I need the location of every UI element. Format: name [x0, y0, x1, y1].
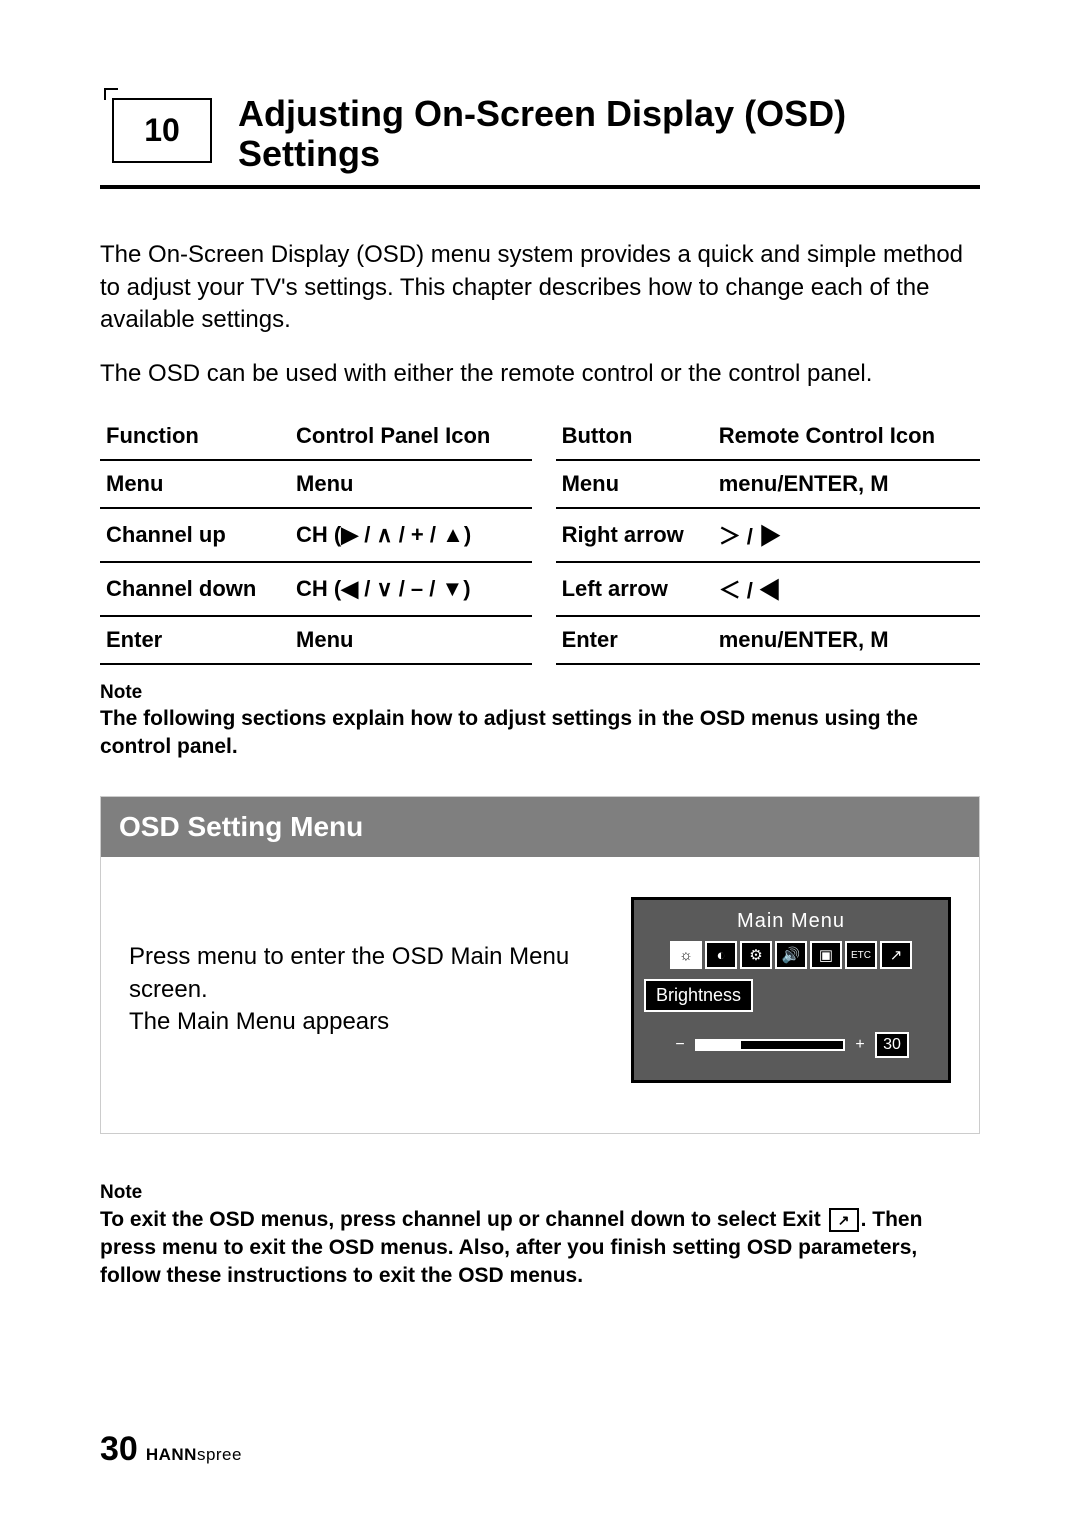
brand-logo: HANNspree: [146, 1445, 242, 1465]
cell-panel-icon: Menu: [290, 616, 532, 664]
page-number: 30: [100, 1430, 138, 1469]
slider-minus-icon: −: [673, 1036, 687, 1054]
osd-sub-label: Brightness: [644, 979, 753, 1012]
etc-icon: ETC: [845, 941, 877, 969]
th-function: Function: [100, 413, 290, 460]
osd-screenshot: Main Menu ☼ ◐ ⚙ 🔊 ▣ ETC ↗ Brightness −: [631, 897, 951, 1083]
osd-instructions: Press menu to enter the OSD Main Menu sc…: [129, 941, 591, 1038]
contrast-icon: ◐: [705, 941, 737, 969]
cell-button: Enter: [556, 616, 713, 664]
picture-icon: ⚙: [740, 941, 772, 969]
osd-instruction-line: Press menu to enter the OSD Main Menu sc…: [129, 941, 591, 1006]
chapter-number: 10: [112, 98, 212, 163]
brand-bold: HANN: [146, 1445, 197, 1464]
slider-plus-icon: +: [853, 1036, 867, 1054]
page-footer: 30 HANNspree: [100, 1430, 242, 1469]
chapter-header: 10 Adjusting On-Screen Display (OSD) Set…: [100, 90, 980, 189]
note2-before: To exit the OSD menus, press channel up …: [100, 1208, 827, 1231]
cell-panel-icon: CH (◀ / ∨ / – / ▼): [290, 562, 532, 616]
exit-icon: ↗: [829, 1208, 859, 1232]
cell-button: Left arrow: [556, 562, 713, 616]
cell-remote-icon: menu/ENTER, M: [713, 460, 980, 508]
table-row: Channel up CH (▶ / ∧ / + / ▲) Right arro…: [100, 508, 980, 562]
note-label: Note: [100, 681, 980, 706]
osd-window-title: Main Menu: [644, 910, 938, 933]
note-label: Note: [100, 1180, 980, 1206]
th-button: Button: [556, 413, 713, 460]
display-icon: ▣: [810, 941, 842, 969]
brand-rest: spree: [197, 1445, 242, 1464]
osd-panel-header: OSD Setting Menu: [101, 797, 979, 857]
cell-button: Menu: [556, 460, 713, 508]
note-text: The following sections explain how to ad…: [100, 705, 980, 760]
cell-remote-icon: menu/ENTER, M: [713, 616, 980, 664]
table-row: Menu Menu Menu menu/ENTER, M: [100, 460, 980, 508]
chapter-title: Adjusting On-Screen Display (OSD) Settin…: [238, 90, 980, 173]
table-row: Enter Menu Enter menu/ENTER, M: [100, 616, 980, 664]
table-row: Channel down CH (◀ / ∨ / – / ▼) Left arr…: [100, 562, 980, 616]
cell-remote-icon: ＞ / ▶: [713, 508, 980, 562]
cell-panel-icon: Menu: [290, 460, 532, 508]
osd-setting-panel: OSD Setting Menu Press menu to enter the…: [100, 796, 980, 1134]
cell-function: Channel up: [100, 508, 290, 562]
brightness-slider: [695, 1039, 845, 1051]
cell-function: Enter: [100, 616, 290, 664]
cell-remote-icon: ＜ / ◀: [713, 562, 980, 616]
th-panel-icon: Control Panel Icon: [290, 413, 532, 460]
th-remote-icon: Remote Control Icon: [713, 413, 980, 460]
brightness-icon: ☼: [670, 941, 702, 969]
cell-function: Channel down: [100, 562, 290, 616]
audio-icon: 🔊: [775, 941, 807, 969]
osd-window: Main Menu ☼ ◐ ⚙ 🔊 ▣ ETC ↗ Brightness −: [631, 897, 951, 1083]
osd-slider-row: − + 30: [644, 1032, 938, 1058]
cell-panel-icon: CH (▶ / ∧ / + / ▲): [290, 508, 532, 562]
cell-button: Right arrow: [556, 508, 713, 562]
osd-instruction-line: The Main Menu appears: [129, 1006, 591, 1038]
cell-function: Menu: [100, 460, 290, 508]
brightness-value: 30: [875, 1032, 909, 1058]
note-text: To exit the OSD menus, press channel up …: [100, 1206, 980, 1291]
exit-icon: ↗: [880, 941, 912, 969]
intro-paragraph-2: The OSD can be used with either the remo…: [100, 358, 980, 390]
osd-icon-row: ☼ ◐ ⚙ 🔊 ▣ ETC ↗: [644, 941, 938, 969]
controls-table: Function Control Panel Icon Button Remot…: [100, 413, 980, 665]
note-block-2: Note To exit the OSD menus, press channe…: [100, 1180, 980, 1291]
note-block-1: Note The following sections explain how …: [100, 681, 980, 760]
chapter-number-box: 10: [100, 90, 210, 166]
intro-paragraph-1: The On-Screen Display (OSD) menu system …: [100, 239, 980, 336]
